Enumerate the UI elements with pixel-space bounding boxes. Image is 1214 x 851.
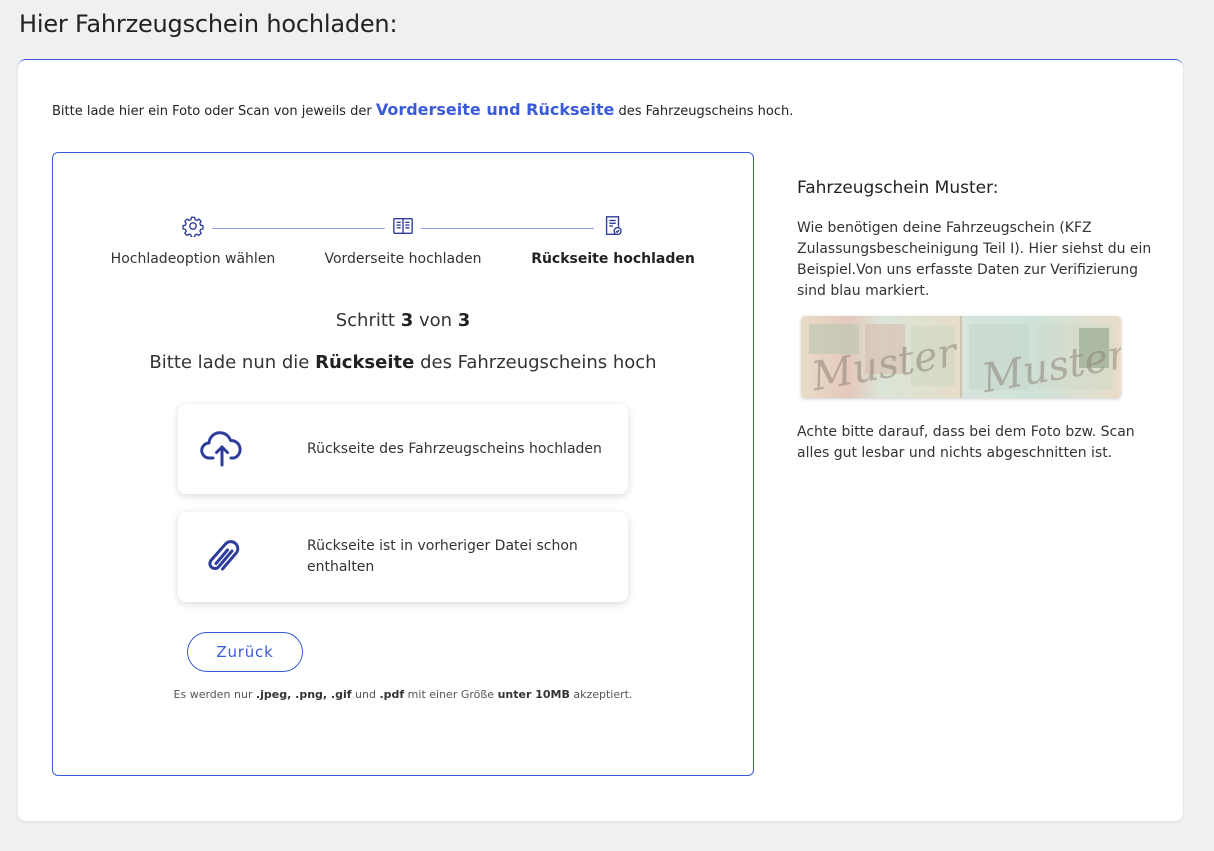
document-check-icon [605,216,622,236]
sample-title: Fahrzeugschein Muster: [797,178,999,198]
sample-description: Wie benötigen deine Fahrzeugschein (KFZ … [797,220,1152,299]
back-button[interactable]: Zurück [187,632,303,672]
upload-back-option[interactable]: Rückseite des Fahrzeugscheins hochladen [178,404,628,494]
paperclip-icon [208,540,240,571]
step-choose-option: Hochladeoption wählen [93,215,293,267]
step-label: Rückseite hochladen [531,251,695,267]
open-book-icon [393,217,413,235]
gear-icon [182,216,204,237]
option-label: Rückseite des Fahrzeugscheins hochladen [307,440,602,457]
step-label: Vorderseite hochladen [324,251,482,267]
sample-panel: Fahrzeugschein Muster: Wie benötigen dei… [797,178,1167,464]
stepper: Hochladeoption wählen Vorderseite hochla… [53,215,753,275]
cloud-upload-icon [200,431,242,467]
intro-highlight: Vorderseite und Rückseite [375,100,615,119]
page-title: Hier Fahrzeugschein hochladen: [19,10,398,38]
file-format-note: Es werden nur .jpeg, .png, .gif und .pdf… [173,688,633,701]
upload-box: Hochladeoption wählen Vorderseite hochla… [52,152,754,776]
sample-image: Muster Muster [801,316,1121,398]
step-label: Hochladeoption wählen [110,251,276,267]
already-included-option[interactable]: Rückseite ist in vorheriger Datei schon … [178,512,628,602]
sample-hint: Achte bitte darauf, dass bei dem Foto bz… [797,424,1135,461]
step-back-upload: Rückseite hochladen [513,215,713,267]
step-counter: Schritt 3 von 3 [335,310,471,331]
intro-text: Bitte lade hier ein Foto oder Scan von j… [52,100,794,119]
upload-card: Bitte lade hier ein Foto oder Scan von j… [18,59,1183,821]
option-label: Rückseite ist in vorheriger Datei schon … [307,538,578,575]
instruction-text: Bitte lade nun die Rückseite des Fahrzeu… [149,352,657,373]
step-front-upload: Vorderseite hochladen [303,215,503,267]
sample-document-image: Muster Muster [801,316,1121,398]
